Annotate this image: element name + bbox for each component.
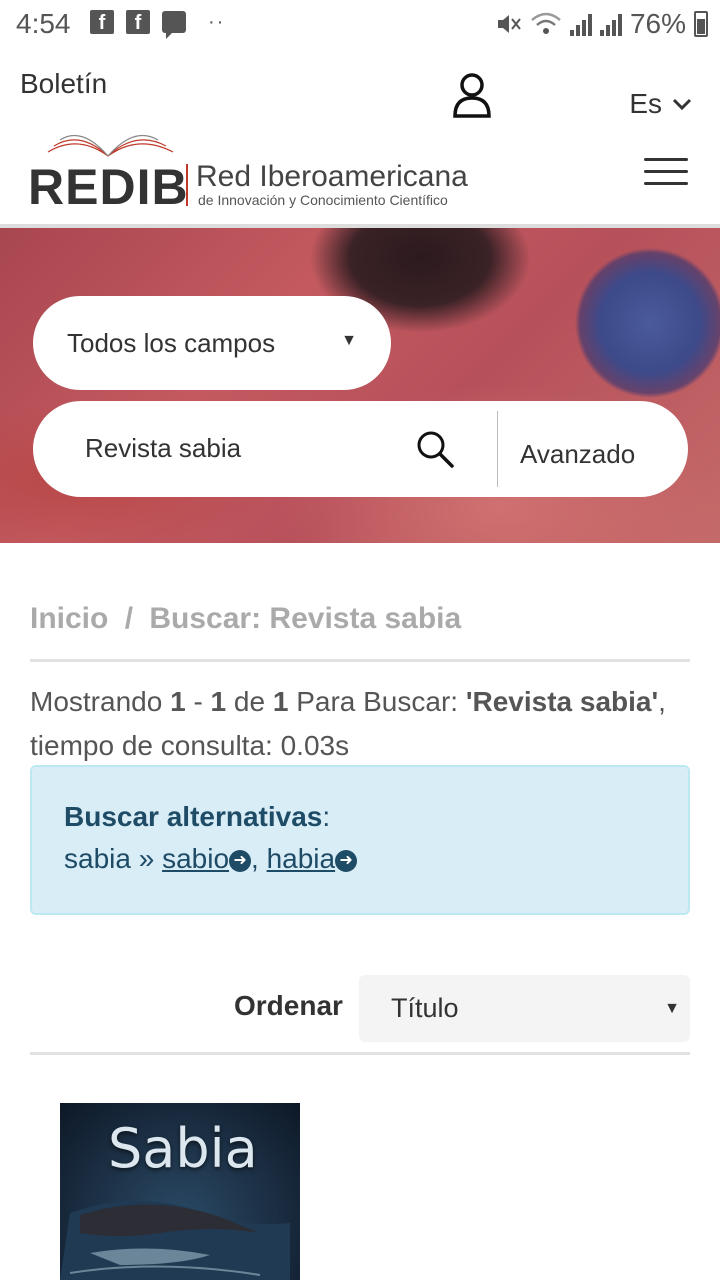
alternatives-colon: :: [322, 801, 331, 832]
alternatives-box: Buscar alternativas: sabia » sabio ➜, hab…: [30, 765, 690, 915]
arrow-circle-right-icon: ➜: [335, 849, 358, 872]
journal-cover[interactable]: Sabia: [60, 1103, 300, 1280]
dropdown-arrow-icon: ▼: [664, 1000, 680, 1017]
logo-subtitle: de Innovación y Conocimiento Científico: [198, 192, 448, 208]
search-field-value: Todos los campos: [67, 327, 276, 358]
summary-to: 1: [210, 686, 227, 717]
search-field-select[interactable]: Todos los campos ▼: [33, 296, 391, 390]
suggestion-link[interactable]: sabio ➜: [162, 843, 252, 874]
alternatives-arrow: »: [138, 843, 155, 874]
summary-from: 1: [170, 686, 186, 717]
alternatives-word: sabia: [64, 843, 131, 874]
facebook-icon: f: [126, 10, 150, 34]
signal-icon: [569, 12, 592, 36]
chevron-down-icon: [672, 98, 692, 111]
message-icon: [162, 11, 186, 39]
language-selector[interactable]: Es: [629, 88, 692, 120]
language-label: Es: [629, 88, 662, 119]
search-input[interactable]: Revista sabia: [85, 433, 241, 464]
summary-term: 'Revista sabia': [465, 686, 659, 717]
breadcrumb-separator: /: [124, 602, 134, 635]
summary-showing: Mostrando: [30, 686, 163, 717]
cover-title: Sabia: [108, 1117, 258, 1180]
logo-wordmark: REDIB: [28, 159, 189, 215]
alternatives-line: sabia » sabio ➜, habia ➜: [64, 843, 656, 875]
suggestion-label: habia: [266, 843, 336, 874]
newsletter-link[interactable]: Boletín: [20, 68, 107, 100]
search-bar: Revista sabia Avanzado: [33, 401, 688, 497]
suggestion-label: sabio: [162, 843, 230, 874]
facebook-icon: f: [90, 10, 114, 34]
book-logo-icon: [47, 135, 174, 157]
logo-title: Red Iberoamericana: [196, 160, 468, 193]
summary-dash: -: [193, 686, 203, 717]
search-hero: Todos los campos ▼ Revista sabia Avanzad…: [0, 228, 720, 543]
suggestion-link[interactable]: habia ➜: [267, 843, 358, 874]
divider: [30, 659, 690, 662]
battery-icon: [694, 11, 708, 37]
site-header: Boletín Es REDIB Red Iberoamericana de I…: [0, 48, 720, 228]
breadcrumb-home[interactable]: Inicio: [30, 602, 108, 635]
menu-icon[interactable]: [644, 158, 688, 188]
advanced-search-button[interactable]: Avanzado: [520, 439, 635, 470]
results-summary: Mostrando 1 - 1 de 1 Para Buscar: 'Revis…: [30, 680, 690, 768]
summary-of: de: [233, 686, 266, 717]
arrow-circle-right-icon: ➜: [229, 849, 252, 872]
signal-icon: [599, 12, 622, 36]
battery-percent: 76%: [629, 8, 686, 39]
summary-total: 1: [272, 686, 289, 717]
breadcrumb-current: Buscar: Revista sabia: [149, 602, 462, 635]
notification-icons: f f ··: [90, 10, 226, 39]
wifi-icon: [531, 12, 561, 34]
logo-divider: [186, 164, 188, 206]
dropdown-arrow-icon: ▼: [341, 332, 357, 349]
status-bar: 4:54 f f ·· 76%: [0, 0, 720, 48]
divider: [30, 1052, 690, 1055]
alternatives-heading: Buscar alternativas:: [64, 801, 656, 833]
user-icon[interactable]: [452, 72, 492, 118]
search-divider: [497, 411, 498, 487]
sort-value: Título: [391, 993, 459, 1023]
redib-logo[interactable]: REDIB Red Iberoamericana de Innovación y…: [28, 128, 478, 215]
system-icons: 76%: [496, 8, 708, 40]
breadcrumb: Inicio / Buscar: Revista sabia: [30, 602, 461, 636]
summary-para: Para Buscar:: [296, 686, 459, 717]
alternatives-title: Buscar alternativas: [64, 801, 323, 832]
search-icon[interactable]: [415, 429, 455, 469]
sort-select[interactable]: Título ▼: [359, 975, 690, 1042]
status-time: 4:54: [16, 8, 71, 39]
sort-label: Ordenar: [234, 990, 343, 1021]
mute-icon: [497, 15, 521, 33]
whale-tail-image: [60, 1200, 290, 1280]
more-dots-icon: ··: [208, 10, 226, 33]
